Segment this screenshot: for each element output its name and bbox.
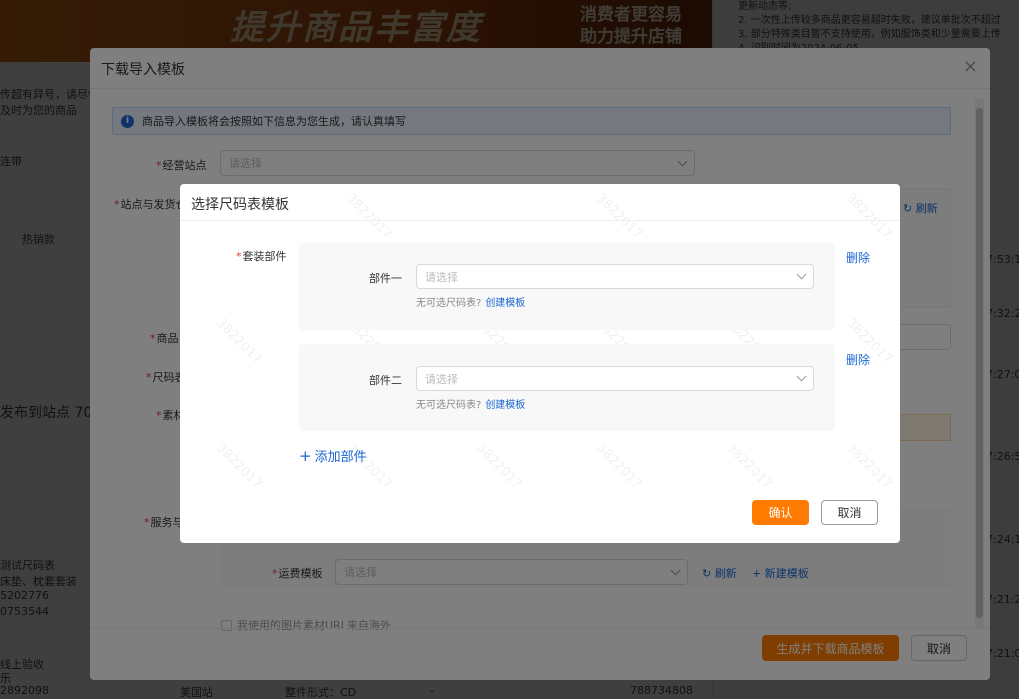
part-label: 部件一 [369, 272, 402, 285]
select-placeholder: 请选择 [425, 270, 458, 284]
delete-part-button[interactable]: 删除 [846, 249, 870, 266]
watermark: 3822017 [213, 315, 265, 368]
suit-parts-label: *套装部件 [236, 250, 287, 263]
create-template-link[interactable]: 创建模板 [485, 298, 525, 309]
hint-text: 无可选尺码表? [416, 298, 482, 309]
part-size-chart-select[interactable]: 请选择 [416, 264, 814, 289]
part-hint: 无可选尺码表? 创建模板 [416, 396, 525, 411]
cancel-button[interactable]: 取消 [821, 500, 878, 525]
chevron-down-icon [796, 371, 807, 382]
watermark: 3822017 [213, 440, 265, 493]
add-part-button[interactable]: + 添加部件 [299, 446, 367, 466]
confirm-button[interactable]: 确认 [752, 500, 809, 525]
watermark: 3822017 [723, 440, 775, 493]
divider [180, 220, 900, 221]
part-card: 部件一 请选择 无可选尺码表? 创建模板 [299, 243, 835, 330]
select-placeholder: 请选择 [425, 372, 458, 386]
plus-icon: + [299, 446, 312, 465]
part-hint: 无可选尺码表? 创建模板 [416, 294, 525, 309]
part-size-chart-select[interactable]: 请选择 [416, 366, 814, 391]
watermark: 3822017 [843, 440, 895, 493]
create-template-link[interactable]: 创建模板 [485, 400, 525, 411]
chevron-down-icon [796, 269, 807, 280]
watermark: 3822017 [843, 190, 895, 243]
watermark: 3822017 [593, 190, 645, 243]
delete-part-button[interactable]: 删除 [846, 351, 870, 368]
part-card: 部件二 请选择 无可选尺码表? 创建模板 [299, 344, 835, 431]
part-label: 部件二 [369, 374, 402, 387]
watermark: 3822017 [593, 440, 645, 493]
label-text: 套装部件 [242, 250, 287, 263]
hint-text: 无可选尺码表? [416, 400, 482, 411]
dialog-title: 选择尺码表模板 [191, 197, 289, 213]
size-chart-template-dialog: 3822017 3822017 3822017 3822017 3822017 … [180, 184, 900, 543]
add-part-label: 添加部件 [314, 450, 367, 465]
watermark: 3822017 [473, 440, 525, 493]
watermark: 3822017 [343, 190, 395, 243]
